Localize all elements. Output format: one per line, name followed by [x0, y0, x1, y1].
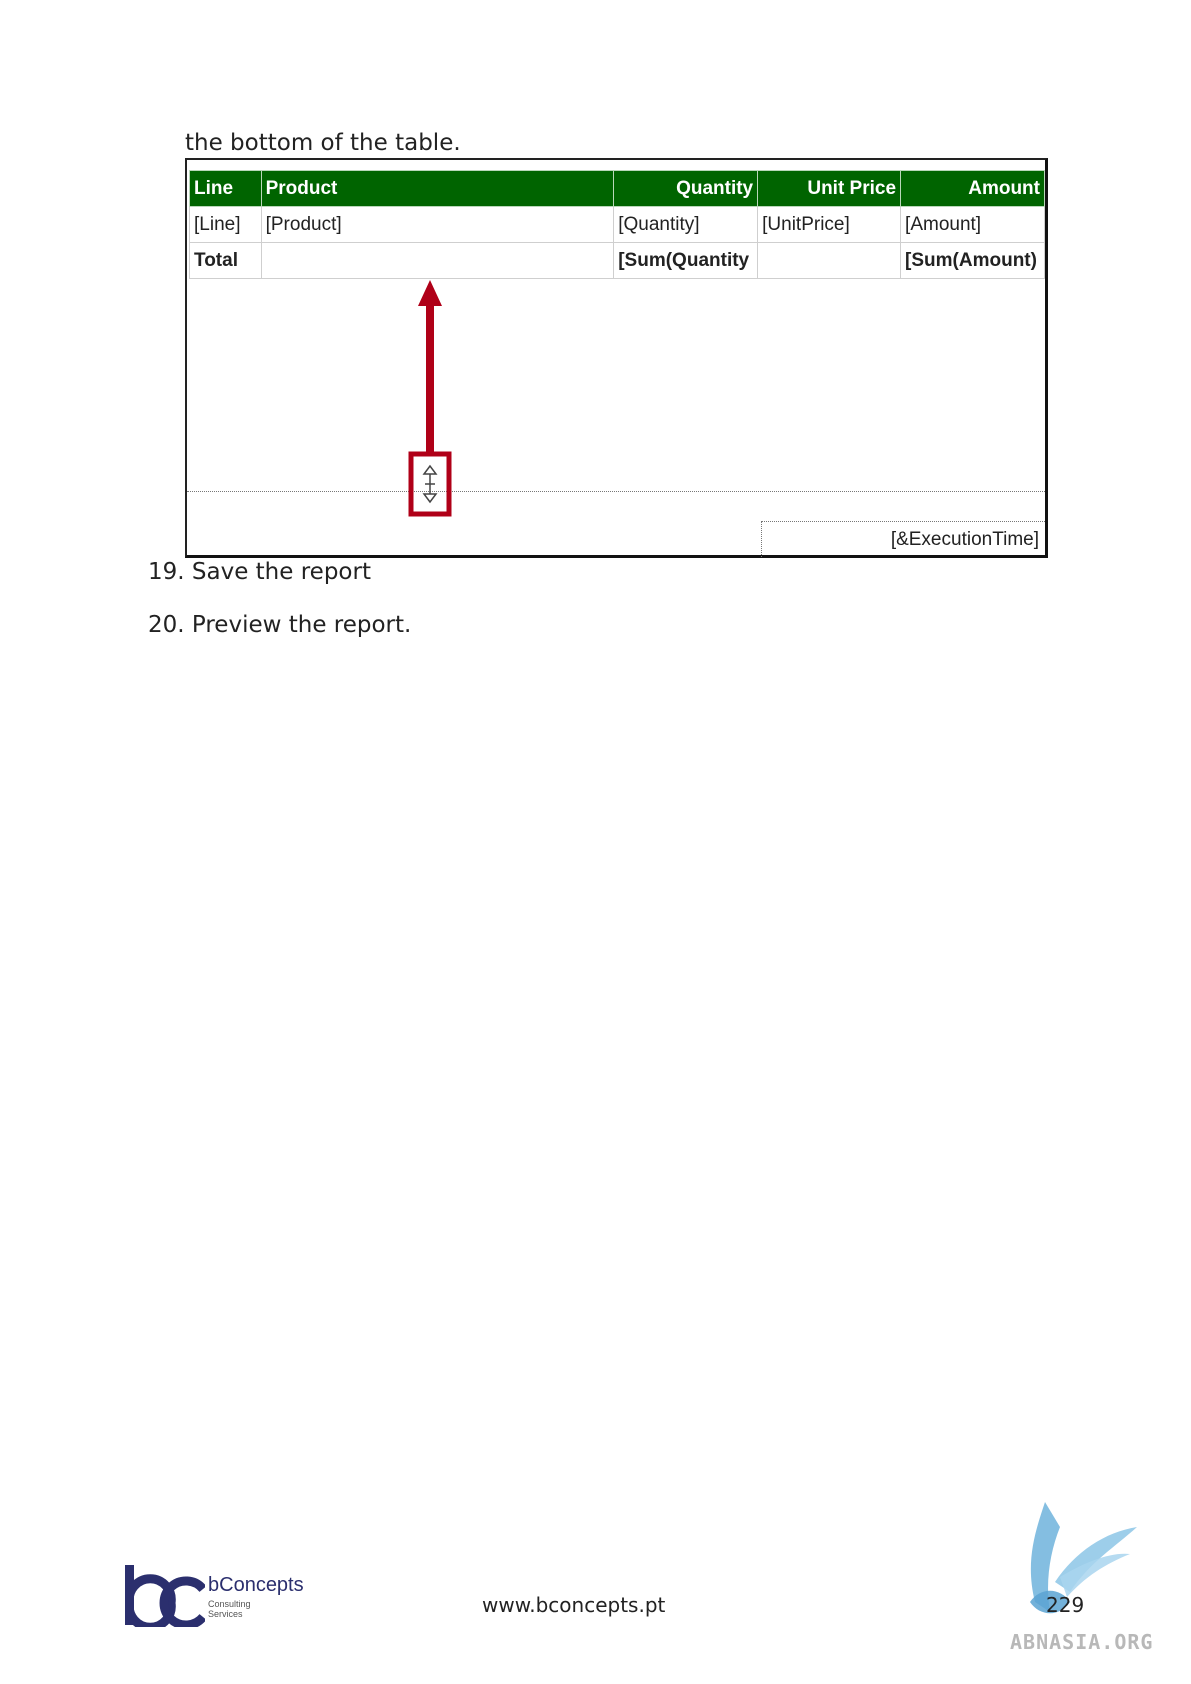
resize-arrow-annotation: [408, 280, 452, 517]
footer-url[interactable]: www.bconcepts.pt: [482, 1593, 665, 1617]
total-empty-unit-price: [757, 242, 902, 279]
step-20: 20. Preview the report.: [148, 612, 412, 638]
header-quantity: Quantity: [613, 170, 759, 207]
table-detail-row: [Line] [Product] [Quantity] [UnitPrice] …: [189, 206, 1045, 243]
execution-time-field: [&ExecutionTime]: [761, 521, 1045, 557]
header-unit-price: Unit Price: [757, 170, 902, 207]
table-total-row: Total [Sum(Quantity [Sum(Amount): [189, 242, 1045, 279]
brand-name: bConcepts: [208, 1574, 304, 1596]
total-empty-product: [260, 242, 615, 279]
brand-subtitle: Consulting Services: [208, 1599, 251, 1619]
total-label: Total: [189, 242, 262, 279]
cell-product: [Product]: [260, 206, 615, 243]
report-design-screenshot: Line Product Quantity Unit Price Amount …: [185, 158, 1048, 558]
body-footer-divider: [187, 491, 1045, 492]
arrow-shaft: [426, 304, 434, 454]
intro-text: the bottom of the table.: [185, 130, 461, 156]
step-19: 19. Save the report: [148, 559, 371, 585]
total-quantity: [Sum(Quantity: [613, 242, 759, 279]
page-number: 229: [1046, 1593, 1085, 1617]
report-table: Line Product Quantity Unit Price Amount …: [189, 170, 1045, 279]
cell-quantity: [Quantity]: [613, 206, 759, 243]
header-amount: Amount: [900, 170, 1045, 207]
resize-cursor-icon: [422, 464, 438, 504]
watermark-text: ABNASIA.ORG: [1010, 1630, 1154, 1654]
table-header-row: Line Product Quantity Unit Price Amount: [189, 170, 1045, 207]
header-line: Line: [189, 170, 262, 207]
cell-unit-price: [UnitPrice]: [757, 206, 902, 243]
bconcepts-logo-icon: [125, 1565, 205, 1627]
arrow-head-icon: [418, 280, 442, 306]
total-amount: [Sum(Amount): [900, 242, 1045, 279]
cell-line: [Line]: [189, 206, 262, 243]
cell-amount: [Amount]: [900, 206, 1045, 243]
header-product: Product: [260, 170, 615, 207]
